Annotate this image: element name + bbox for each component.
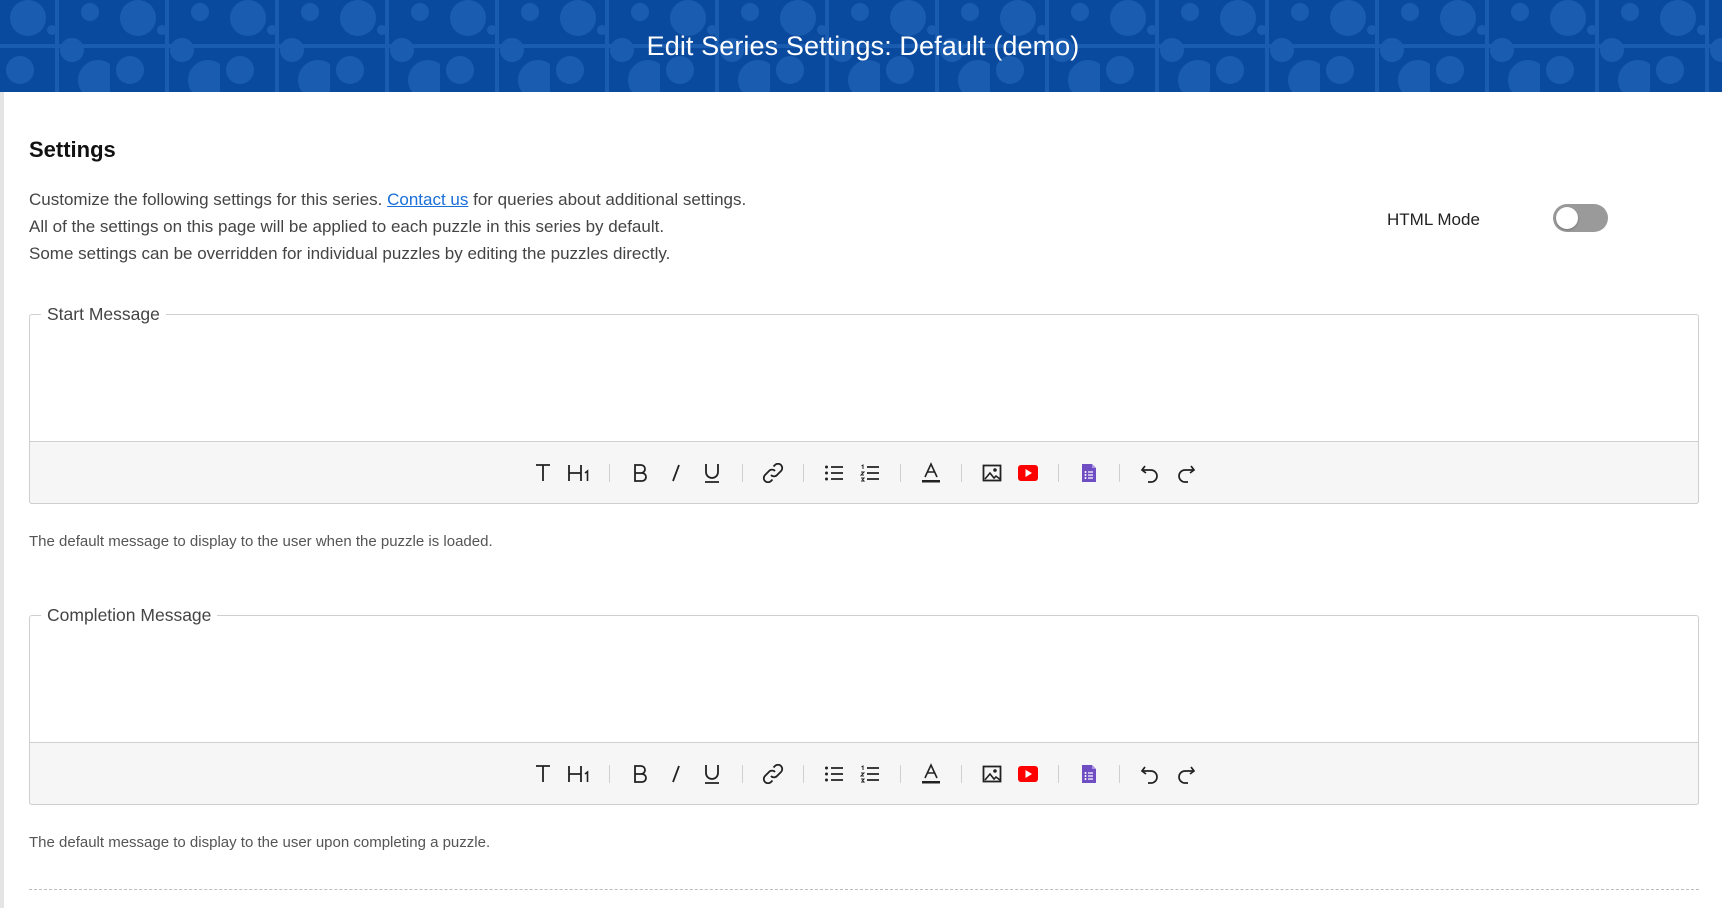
- text-color-icon[interactable]: [913, 456, 949, 490]
- settings-description: Customize the following settings for thi…: [29, 186, 746, 267]
- toolbar-separator: [608, 764, 610, 783]
- header-banner: Edit Series Settings: Default (demo): [0, 0, 1722, 92]
- redo-icon[interactable]: [1168, 757, 1204, 791]
- text-icon[interactable]: [525, 757, 561, 791]
- numbered-list-icon[interactable]: [852, 757, 888, 791]
- heading-icon[interactable]: [561, 456, 597, 490]
- numbered-list-icon[interactable]: [852, 456, 888, 490]
- description-line-2: All of the settings on this page will be…: [29, 217, 665, 236]
- google-form-icon[interactable]: [1071, 456, 1107, 490]
- bold-icon[interactable]: [622, 456, 658, 490]
- toolbar-separator: [741, 764, 743, 783]
- completion-message-help: The default message to display to the us…: [29, 834, 491, 851]
- toggle-knob: [1556, 207, 1578, 229]
- underline-icon[interactable]: [694, 456, 730, 490]
- start-message-help: The default message to display to the us…: [29, 533, 493, 550]
- toolbar-separator: [1057, 463, 1059, 482]
- bullet-list-icon[interactable]: [816, 757, 852, 791]
- image-icon[interactable]: [974, 757, 1010, 791]
- toolbar-separator: [1057, 764, 1059, 783]
- toolbar-separator: [1118, 463, 1120, 482]
- description-line-3: Some settings can be overridden for indi…: [29, 244, 671, 263]
- toolbar-separator: [608, 463, 610, 482]
- link-icon[interactable]: [755, 757, 791, 791]
- youtube-icon[interactable]: [1010, 757, 1046, 791]
- settings-heading: Settings: [29, 137, 116, 162]
- page-title: Edit Series Settings: Default (demo): [646, 30, 1080, 61]
- google-form-icon[interactable]: [1071, 757, 1107, 791]
- toolbar-separator: [1118, 764, 1120, 783]
- text-color-icon[interactable]: [913, 757, 949, 791]
- completion-message-editor[interactable]: [30, 616, 1698, 743]
- start-message-toolbar: [29, 441, 1699, 504]
- heading-icon[interactable]: [561, 757, 597, 791]
- italic-icon[interactable]: [658, 757, 694, 791]
- html-mode-toggle[interactable]: [1553, 204, 1608, 232]
- youtube-icon[interactable]: [1010, 456, 1046, 490]
- toolbar-separator: [960, 463, 962, 482]
- underline-icon[interactable]: [694, 757, 730, 791]
- toolbar-separator: [802, 463, 804, 482]
- page-left-edge: [0, 0, 4, 908]
- link-icon[interactable]: [755, 456, 791, 490]
- undo-icon[interactable]: [1132, 456, 1168, 490]
- text-icon[interactable]: [525, 456, 561, 490]
- description-text-after-link: for queries about additional settings.: [473, 190, 747, 209]
- image-icon[interactable]: [974, 456, 1010, 490]
- redo-icon[interactable]: [1168, 456, 1204, 490]
- toolbar-separator: [899, 764, 901, 783]
- bold-icon[interactable]: [622, 757, 658, 791]
- toolbar-separator: [741, 463, 743, 482]
- section-divider: [29, 889, 1699, 890]
- description-text-before-link: Customize the following settings for thi…: [29, 190, 383, 209]
- bullet-list-icon[interactable]: [816, 456, 852, 490]
- toolbar-separator: [802, 764, 804, 783]
- html-mode-setting: HTML Mode: [1387, 204, 1608, 232]
- start-message-fieldset: Start Message: [29, 302, 1699, 504]
- italic-icon[interactable]: [658, 456, 694, 490]
- toolbar-separator: [960, 764, 962, 783]
- start-message-editor[interactable]: [30, 315, 1698, 442]
- contact-us-link[interactable]: Contact us: [387, 190, 468, 209]
- undo-icon[interactable]: [1132, 757, 1168, 791]
- completion-message-toolbar: [29, 742, 1699, 805]
- toolbar-separator: [899, 463, 901, 482]
- html-mode-label: HTML Mode: [1387, 210, 1480, 229]
- description-line-1: Customize the following settings for thi…: [29, 186, 746, 213]
- completion-message-fieldset: Completion Message: [29, 603, 1699, 805]
